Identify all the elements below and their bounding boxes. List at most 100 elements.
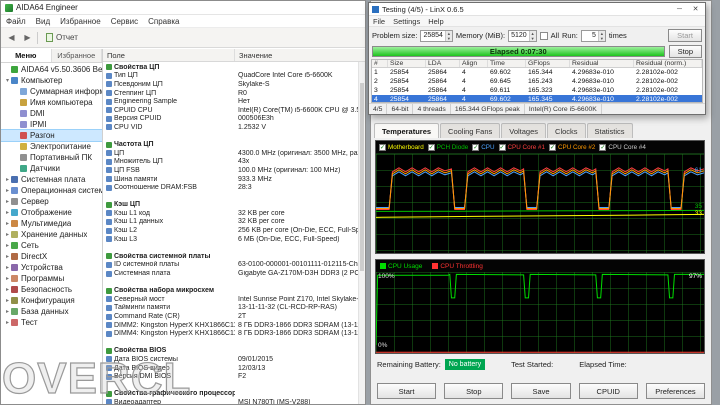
- prop-row[interactable]: Степпинг ЦП R0: [103, 89, 365, 98]
- legend-checkbox[interactable]: ✓: [548, 143, 556, 151]
- prop-row[interactable]: CPU VID 1.2532 V: [103, 123, 365, 132]
- tree-item-тест[interactable]: ▸ Тест: [1, 317, 102, 328]
- linx-col-header-gflops[interactable]: GFlops: [526, 60, 570, 67]
- linx-titlebar[interactable]: Testing (4/5) - LinX 0.6.5 ─ ✕: [369, 3, 705, 16]
- minimize-icon[interactable]: ─: [673, 6, 686, 13]
- tree-item-имя-компьютера[interactable]: Имя компьютера: [1, 97, 102, 108]
- tab-voltages[interactable]: Voltages: [501, 123, 547, 138]
- prop-row[interactable]: Версия CPUID 000506E3h: [103, 115, 365, 124]
- tree-item-сервер[interactable]: ▸ Сервер: [1, 196, 102, 207]
- all-checkbox[interactable]: [539, 31, 548, 40]
- scrollbar-thumb[interactable]: [360, 82, 364, 271]
- tab-clocks[interactable]: Clocks: [547, 123, 586, 138]
- tree-item-датчики[interactable]: Датчики: [1, 163, 102, 174]
- prop-row[interactable]: ЦП 4300.0 MHz (оригинал: 3500 MHz, разгон…: [103, 149, 365, 158]
- prop-row[interactable]: Кэш L1 код 32 KB per core: [103, 209, 365, 218]
- prop-row[interactable]: Шина памяти 933.3 MHz: [103, 175, 365, 184]
- prop-section-row[interactable]: Кэш ЦП: [103, 201, 365, 210]
- linx-col-header-time[interactable]: Time: [488, 60, 526, 67]
- tree-item-портативный-пк[interactable]: Портативный ПК: [1, 152, 102, 163]
- prop-row[interactable]: Тип ЦП QuadCore Intel Core i5-6600K: [103, 72, 365, 81]
- linx-col-header-residual[interactable]: Residual: [570, 60, 634, 67]
- back-icon[interactable]: ◀: [5, 31, 18, 45]
- stop-button[interactable]: Stop: [444, 383, 504, 399]
- linx-result-row[interactable]: 3 25854 25864 4 69.611 165.323 4.29683e-010 2.2…: [372, 86, 702, 95]
- start-button[interactable]: Start: [377, 383, 437, 399]
- stop-button[interactable]: Stop: [668, 45, 702, 58]
- legend-item-cpu-core-2[interactable]: ✓ CPU Core #2: [548, 143, 595, 151]
- spinner-arrows-icon[interactable]: ▲ ▼: [528, 30, 536, 41]
- legend-checkbox[interactable]: ✓: [498, 143, 506, 151]
- tree-item-конфигурация[interactable]: ▸ Конфигурация: [1, 295, 102, 306]
- legend-checkbox[interactable]: ✓: [472, 143, 480, 151]
- tree-item-безопасность[interactable]: ▸ Безопасность: [1, 284, 102, 295]
- linx-col-header-size[interactable]: Size: [388, 60, 426, 67]
- menu-item-справка[interactable]: Справка: [143, 17, 184, 26]
- close-icon[interactable]: ✕: [689, 5, 702, 13]
- cpuid-button[interactable]: CPUID: [578, 383, 638, 399]
- prop-row[interactable]: ID системной платы 63-0100-000001-0010111…: [103, 261, 365, 270]
- legend-checkbox[interactable]: ✓: [427, 143, 435, 151]
- linx-result-row[interactable]: 1 25854 25864 4 69.602 165.344 4.29683e-010 2.2…: [372, 68, 702, 77]
- run-count-value[interactable]: 5: [582, 31, 598, 41]
- tree-item-мультимедиа[interactable]: ▸ Мультимедиа: [1, 218, 102, 229]
- run-count-spinner[interactable]: 5 ▲ ▼: [580, 29, 606, 42]
- memory-spinner[interactable]: 5120 ▲ ▼: [508, 29, 537, 42]
- tree-item-электропитание[interactable]: Электропитание: [1, 141, 102, 152]
- prop-row[interactable]: Дата BIOS видео 12/03/13: [103, 364, 365, 373]
- prop-row[interactable]: Кэш L2 256 KB per core (On-Die, ECC, Full…: [103, 226, 365, 235]
- prop-row[interactable]: DIMM4: Kingston HyperX KHX1866C11D3/8G8 …: [103, 329, 365, 338]
- prop-row[interactable]: Дата BIOS системы 09/01/2015: [103, 355, 365, 364]
- linx-result-row[interactable]: 2 25854 25864 4 69.645 165.243 4.29683e-010 2.2…: [372, 77, 702, 86]
- save-button[interactable]: Save: [511, 383, 571, 399]
- legend-item-cpu-core-1[interactable]: ✓ CPU Core #1: [498, 143, 545, 151]
- linx-result-row[interactable]: 4 25854 25864 4 69.602 165.345 4.29683e-010 2.2…: [372, 95, 702, 102]
- prop-section-row[interactable]: Свойства системной платы: [103, 252, 365, 261]
- menu-item-вид[interactable]: Вид: [31, 17, 55, 26]
- problem-size-spinner[interactable]: 25854 ▲ ▼: [420, 29, 453, 42]
- forward-icon[interactable]: ▶: [21, 31, 34, 45]
- prop-section-row[interactable]: Частота ЦП: [103, 140, 365, 149]
- prop-row[interactable]: DIMM2: Kingston HyperX KHX1866C11D3/8G8 …: [103, 321, 365, 330]
- menu-item-сервис[interactable]: Сервис: [106, 17, 143, 26]
- tree-item-суммарная-информация[interactable]: Суммарная информация: [1, 86, 102, 97]
- tree-item-компьютер[interactable]: ▾ Компьютер: [1, 75, 102, 86]
- prop-row[interactable]: Видеоадаптер MSI N780Ti (MS-V288): [103, 398, 365, 404]
- page-tab-меню[interactable]: Меню: [1, 49, 52, 62]
- start-button[interactable]: Start: [668, 29, 702, 42]
- aida64-titlebar[interactable]: AIDA64 Engineer: [1, 1, 365, 15]
- memory-value[interactable]: 5120: [509, 31, 529, 41]
- field-column-header[interactable]: Поле: [103, 49, 235, 61]
- page-tab-избранное[interactable]: Избранное: [52, 49, 102, 62]
- tree-item-отображение[interactable]: ▸ Отображение: [1, 207, 102, 218]
- tree-item-база-данных[interactable]: ▸ База данных: [1, 306, 102, 317]
- tab-temperatures[interactable]: Temperatures: [374, 123, 440, 138]
- legend-item-cpu-core-4[interactable]: ✓ CPU Core #4: [599, 143, 646, 151]
- prop-section-row[interactable]: Свойства ЦП: [103, 63, 365, 72]
- prop-row[interactable]: Множитель ЦП 43x: [103, 158, 365, 167]
- prop-row[interactable]: Кэш L3 6 МБ (On-Die, ECC, Full-Speed): [103, 235, 365, 244]
- menu-item-settings[interactable]: Settings: [389, 17, 424, 26]
- tree-item-разгон[interactable]: Разгон: [1, 129, 102, 142]
- prop-row[interactable]: ЦП FSB 100.0 MHz (оригинал: 100 MHz): [103, 166, 365, 175]
- menu-item-файл[interactable]: Файл: [1, 17, 31, 26]
- tree-item-aida64-v5-50-3606-beta[interactable]: AIDA64 v5.50.3606 Beta: [1, 64, 102, 75]
- tree-item-программы[interactable]: ▸ Программы: [1, 273, 102, 284]
- tree-item-сеть[interactable]: ▸ Сеть: [1, 240, 102, 251]
- linx-col-header-residual-norm-[interactable]: Residual (norm.): [634, 60, 702, 67]
- tab-cooling-fans[interactable]: Cooling Fans: [440, 123, 501, 138]
- linx-col-header--[interactable]: #: [372, 60, 388, 67]
- prop-section-row[interactable]: Свойства BIOS: [103, 347, 365, 356]
- spinner-arrows-icon[interactable]: ▲ ▼: [444, 30, 452, 41]
- report-button[interactable]: Отчет: [41, 32, 83, 43]
- tree-item-dmi[interactable]: DMI: [1, 108, 102, 119]
- legend-item-motherboard[interactable]: ✓ Motherboard: [379, 143, 424, 151]
- tab-statistics[interactable]: Statistics: [586, 123, 633, 138]
- prop-row[interactable]: Версия DMI BIOS F2: [103, 372, 365, 381]
- prop-row[interactable]: Системная плата Gigabyte GA-Z170M-D3H DDR…: [103, 269, 365, 278]
- prop-row[interactable]: CPUID CPU Intel(R) Core(TM) i5-6600K CPU …: [103, 106, 365, 115]
- legend-item-cpu[interactable]: ✓ CPU: [472, 143, 495, 151]
- tree-item-системная-плата[interactable]: ▸ Системная плата: [1, 174, 102, 185]
- prop-row[interactable]: Engineering Sample Нет: [103, 97, 365, 106]
- legend-item-pch-diode[interactable]: ✓ PCH Diode: [427, 143, 468, 151]
